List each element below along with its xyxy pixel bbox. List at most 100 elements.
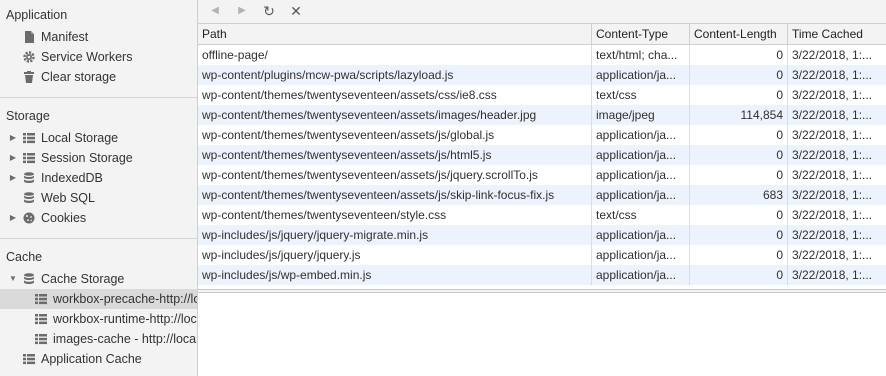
cell-content-type: text/css <box>592 205 690 225</box>
cell-content-length: 0 <box>690 65 788 85</box>
section-title-application: Application <box>6 8 68 22</box>
sidebar-item-label: Clear storage <box>41 70 117 84</box>
sidebar-item-label: Service Workers <box>41 50 133 64</box>
sidebar-item-label: Session Storage <box>41 151 133 165</box>
cell-time-cached: 3/22/2018, 1:... <box>792 88 873 102</box>
cell-content-type: text/css <box>592 85 690 105</box>
sidebar-item-label: workbox-precache-http://lo <box>53 292 197 306</box>
sidebar-item-label: Local Storage <box>41 131 119 145</box>
grid-icon <box>34 292 48 306</box>
database-icon <box>22 272 36 286</box>
cell-path: wp-includes/js/jquery/jquery.js <box>198 245 592 265</box>
cell-content-length: 114,854 <box>690 105 788 125</box>
cell-content-length: 0 <box>690 165 788 185</box>
cell-content-length: 683 <box>690 185 788 205</box>
cell-content-length: 0 <box>690 205 788 225</box>
sidebar-item-web-sql[interactable]: Web SQL <box>0 188 197 208</box>
preview-splitter[interactable] <box>198 289 886 293</box>
cell-path: wp-content/plugins/mcw-pwa/scripts/lazyl… <box>198 65 592 85</box>
table-row[interactable]: wp-includes/js/wp-embed.min.js applicatio… <box>198 265 886 285</box>
database-icon <box>22 191 36 205</box>
grid-icon <box>34 312 48 326</box>
cell-time-cached: 3/22/2018, 1:... <box>792 48 873 62</box>
table-row[interactable]: wp-content/themes/twentyseventeen/assets… <box>198 185 886 205</box>
cache-storage-panel: ◀ ▶ ↻ ✕ Path Content-Type Content-Length… <box>198 0 886 376</box>
sidebar-item-service-workers[interactable]: Service Workers <box>0 47 197 67</box>
sidebar-item-label: Cookies <box>41 211 87 225</box>
sidebar-item-manifest[interactable]: Manifest <box>0 27 197 47</box>
trash-icon <box>22 70 36 84</box>
cell-time-cached: 3/22/2018, 1:... <box>792 248 873 262</box>
sidebar-item-label: images-cache - http://local <box>53 332 197 346</box>
grid-icon <box>34 332 48 346</box>
back-icon[interactable]: ◀ <box>205 2 225 20</box>
table-row[interactable]: offline-page/text/html; cha... 0 3/22/2018… <box>198 45 886 65</box>
expand-arrow-icon[interactable]: ▶ <box>8 208 18 228</box>
cell-time-cached: 3/22/2018, 1:... <box>792 188 873 202</box>
sidebar-item-session-storage[interactable]: ▶ Session Storage <box>0 148 197 168</box>
cell-content-type: image/jpeg <box>592 105 690 125</box>
sidebar-item-images-cache[interactable]: images-cache - http://local <box>0 329 197 349</box>
sidebar-item-workbox-runtime[interactable]: workbox-runtime-http://loc <box>0 309 197 329</box>
sidebar-item-application-cache[interactable]: Application Cache <box>0 349 197 369</box>
cell-content-type: application/ja... <box>592 265 690 285</box>
grid-icon <box>22 131 36 145</box>
cell-content-type: application/ja... <box>592 225 690 245</box>
cell-path: wp-content/themes/twentyseventeen/assets… <box>198 125 592 145</box>
sidebar-item-indexeddb[interactable]: ▶ IndexedDB <box>0 168 197 188</box>
column-header-content-length[interactable]: Content-Length <box>690 24 788 44</box>
table-row[interactable]: wp-includes/js/jquery/jquery-migrate.min… <box>198 225 886 245</box>
grid-icon <box>22 151 36 165</box>
refresh-icon[interactable]: ↻ <box>259 2 279 20</box>
column-header-time-cached[interactable]: Time Cached <box>788 24 886 44</box>
sidebar-item-label: Application Cache <box>41 352 142 366</box>
cell-time-cached: 3/22/2018, 1:... <box>792 68 873 82</box>
column-header-path[interactable]: Path <box>198 24 592 44</box>
collapse-arrow-icon[interactable]: ▼ <box>8 269 18 289</box>
delete-icon[interactable]: ✕ <box>286 2 306 20</box>
cookie-icon <box>22 211 36 225</box>
toolbar: ◀ ▶ ↻ ✕ <box>198 0 886 24</box>
sidebar-item-label: workbox-runtime-http://loc <box>53 312 197 326</box>
cell-content-type: text/html; cha... <box>592 45 690 65</box>
expand-arrow-icon[interactable]: ▶ <box>8 148 18 168</box>
sidebar-item-cache-storage[interactable]: ▼ Cache Storage <box>0 269 197 289</box>
cell-path: wp-content/themes/twentyseventeen/assets… <box>198 145 592 165</box>
cell-path: wp-content/themes/twentyseventeen/assets… <box>198 185 592 205</box>
table-row[interactable]: wp-content/themes/twentyseventeen/assets… <box>198 85 886 105</box>
column-header-content-type[interactable]: Content-Type <box>592 24 690 44</box>
cell-content-type: application/ja... <box>592 165 690 185</box>
table-row[interactable]: wp-content/themes/twentyseventeen/assets… <box>198 145 886 165</box>
cell-time-cached: 3/22/2018, 1:... <box>792 128 873 142</box>
database-icon <box>22 171 36 185</box>
cell-content-type: application/ja... <box>592 65 690 85</box>
cell-content-length: 0 <box>690 145 788 165</box>
cell-path: wp-content/themes/twentyseventeen/assets… <box>198 85 592 105</box>
expand-arrow-icon[interactable]: ▶ <box>8 168 18 188</box>
expand-arrow-icon[interactable]: ▶ <box>8 128 18 148</box>
sidebar-item-clear-storage[interactable]: Clear storage <box>0 67 197 87</box>
sidebar-item-local-storage[interactable]: ▶ Local Storage <box>0 128 197 148</box>
cell-time-cached: 3/22/2018, 1:... <box>792 108 873 122</box>
forward-icon[interactable]: ▶ <box>232 2 252 20</box>
sidebar-item-cookies[interactable]: ▶ Cookies <box>0 208 197 228</box>
cell-content-length: 0 <box>690 85 788 105</box>
section-divider <box>0 238 197 239</box>
table-row[interactable]: wp-content/themes/twentyseventeen/assets… <box>198 165 886 185</box>
gear-icon <box>22 50 36 64</box>
cell-time-cached: 3/22/2018, 1:... <box>792 268 873 282</box>
cell-content-type: application/ja... <box>592 245 690 265</box>
table-row[interactable]: wp-content/plugins/mcw-pwa/scripts/lazyl… <box>198 65 886 85</box>
table-row[interactable]: wp-includes/js/jquery/jquery.js applicati… <box>198 245 886 265</box>
section-title-cache: Cache <box>6 250 43 264</box>
sidebar-item-label: IndexedDB <box>41 171 103 185</box>
sidebar-item-workbox-precache[interactable]: workbox-precache-http://lo <box>0 289 197 309</box>
cell-time-cached: 3/22/2018, 1:... <box>792 148 873 162</box>
grid-icon <box>22 352 36 366</box>
table-row[interactable]: wp-content/themes/twentyseventeen/assets… <box>198 105 886 125</box>
cell-content-length: 0 <box>690 125 788 145</box>
table-row[interactable]: wp-content/themes/twentyseventeen/style.… <box>198 205 886 225</box>
sidebar-item-label: Cache Storage <box>41 272 125 286</box>
table-row[interactable]: wp-content/themes/twentyseventeen/assets… <box>198 125 886 145</box>
sidebar-item-label: Web SQL <box>41 191 95 205</box>
